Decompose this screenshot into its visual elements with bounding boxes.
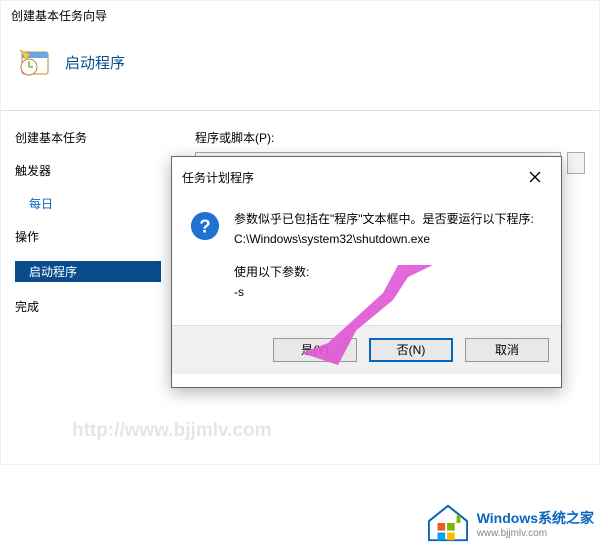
- no-button[interactable]: 否(N): [369, 338, 453, 362]
- question-icon: ?: [190, 211, 220, 241]
- wizard-header: 启动程序: [1, 34, 599, 111]
- step-trigger: 触发器: [15, 162, 161, 179]
- dialog-line1: 参数似乎已包括在"程序"文本框中。是否要运行以下程序:: [234, 209, 534, 229]
- wizard-heading: 启动程序: [65, 52, 125, 73]
- logo-url: www.bjjmlv.com: [477, 528, 594, 539]
- schedule-icon: [19, 46, 51, 78]
- step-action-startprogram[interactable]: 启动程序: [15, 261, 161, 282]
- logo-title: Windows系统之家: [477, 508, 594, 528]
- site-logo: Windows系统之家 www.bjjmlv.com: [425, 502, 594, 544]
- step-trigger-daily[interactable]: 每日: [15, 195, 161, 212]
- step-finish: 完成: [15, 298, 161, 315]
- dialog-title: 任务计划程序: [182, 169, 254, 186]
- svg-text:?: ?: [199, 216, 210, 237]
- yes-button[interactable]: 是(Y): [273, 338, 357, 362]
- program-script-label: 程序或脚本(P):: [195, 129, 585, 146]
- wizard-window-title: 创建基本任务向导: [1, 1, 599, 34]
- dialog-line4: -s: [234, 282, 534, 302]
- dialog-line3: 使用以下参数:: [234, 262, 534, 282]
- dialog-body: ? 参数似乎已包括在"程序"文本框中。是否要运行以下程序: C:\Windows…: [172, 197, 561, 325]
- step-action: 操作: [15, 228, 161, 245]
- cancel-button[interactable]: 取消: [465, 338, 549, 362]
- dialog-titlebar: 任务计划程序: [172, 157, 561, 197]
- confirm-dialog: 任务计划程序 ? 参数似乎已包括在"程序"文本框中。是否要运行以下程序: C:\…: [171, 156, 562, 388]
- dialog-message: 参数似乎已包括在"程序"文本框中。是否要运行以下程序: C:\Windows\s…: [234, 209, 534, 303]
- browse-button[interactable]: [567, 152, 585, 174]
- dialog-button-row: 是(Y) 否(N) 取消: [172, 325, 561, 374]
- close-icon[interactable]: [517, 165, 553, 189]
- dialog-line2: C:\Windows\system32\shutdown.exe: [234, 229, 534, 249]
- step-create-task: 创建基本任务: [15, 129, 161, 146]
- wizard-steps-sidebar: 创建基本任务 触发器 每日 操作 启动程序 完成: [1, 111, 161, 463]
- house-icon: [425, 502, 471, 544]
